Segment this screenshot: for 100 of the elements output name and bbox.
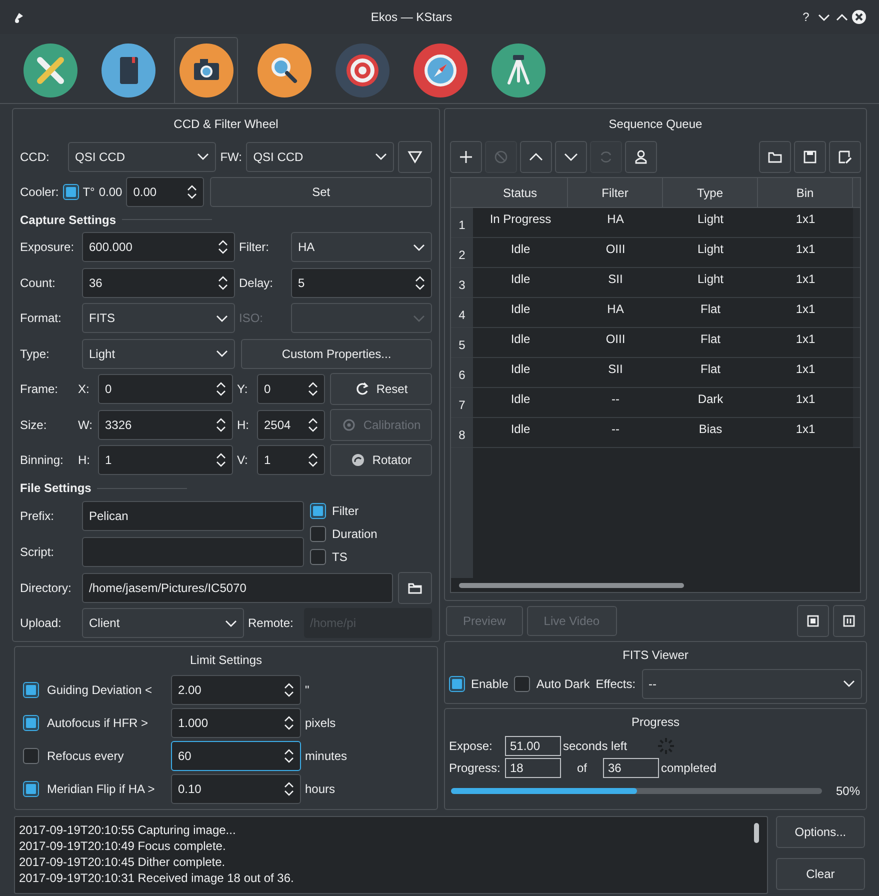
spin-box[interactable]: 2504 bbox=[257, 410, 325, 440]
field-label: Directory: bbox=[20, 580, 72, 597]
spin-arrows-icon bbox=[216, 452, 226, 468]
module-tab[interactable] bbox=[174, 37, 238, 103]
checkbox-label: Guiding Deviation < bbox=[46, 682, 154, 698]
spin-arrows-icon bbox=[187, 184, 198, 200]
checkbox[interactable] bbox=[310, 548, 326, 565]
scrollbar-thumb[interactable] bbox=[459, 582, 684, 588]
log-button[interactable]: Clear bbox=[776, 858, 865, 890]
checkbox-label: Autofocus if HFR > bbox=[46, 714, 150, 732]
table-cell: SII bbox=[568, 358, 663, 387]
scrollbar-thumb[interactable] bbox=[754, 823, 759, 843]
spin-box[interactable]: 1.000 bbox=[171, 708, 301, 738]
field-label: of bbox=[576, 760, 588, 778]
table-cell: SII bbox=[568, 268, 663, 297]
log-line: 2017-09-19T20:10:55 Capturing image... bbox=[19, 822, 237, 837]
spinner-icon bbox=[657, 737, 676, 756]
row-number: 3 bbox=[451, 268, 473, 297]
toolbar-button[interactable] bbox=[625, 141, 657, 173]
checkbox[interactable] bbox=[514, 676, 530, 692]
text-field[interactable]: Pelican bbox=[82, 500, 304, 531]
text-field[interactable] bbox=[82, 536, 304, 567]
spin-box[interactable]: 0 bbox=[257, 374, 325, 404]
checkbox[interactable] bbox=[23, 714, 39, 730]
dropdown[interactable]: -- bbox=[642, 668, 862, 698]
table-cell: Flat bbox=[663, 298, 758, 327]
checkbox[interactable] bbox=[23, 748, 39, 764]
spin-box[interactable]: 5 bbox=[291, 268, 432, 298]
checkbox-label: Duration bbox=[332, 526, 378, 543]
spin-box[interactable]: 1 bbox=[257, 445, 325, 476]
table-cell: Idle bbox=[473, 388, 568, 417]
checkbox[interactable] bbox=[23, 780, 39, 796]
checkbox[interactable] bbox=[449, 676, 465, 692]
group-title: Sequence Queue bbox=[608, 116, 704, 133]
toolbar-button[interactable] bbox=[759, 141, 791, 173]
custom-properties-button[interactable]: Custom Properties... bbox=[241, 338, 432, 369]
unit-label: completed bbox=[661, 760, 716, 778]
table-cell: Light bbox=[663, 238, 758, 267]
table-cell: -- bbox=[568, 388, 663, 417]
stop-button[interactable] bbox=[797, 604, 829, 636]
toolbar-button[interactable] bbox=[829, 141, 861, 173]
field-label: Upload: bbox=[20, 615, 62, 632]
spin-arrows-icon bbox=[284, 748, 294, 764]
set-button[interactable]: Set bbox=[210, 177, 432, 208]
dropdown[interactable]: FITS bbox=[82, 303, 235, 334]
spin-box[interactable]: 600.000 bbox=[82, 232, 235, 262]
spin-box[interactable]: 0 bbox=[98, 374, 233, 404]
spin-arrows-icon bbox=[308, 381, 318, 398]
chevron-down-icon bbox=[225, 620, 237, 627]
group-title: CCD & Filter Wheel bbox=[172, 116, 280, 133]
dropdown[interactable]: QSI CCD bbox=[246, 142, 394, 172]
spin-box[interactable]: 2.00 bbox=[171, 674, 301, 704]
pause-button[interactable] bbox=[833, 604, 865, 636]
window-title: Ekos — KStars bbox=[370, 9, 454, 26]
field-label: W: bbox=[78, 416, 94, 434]
chevron-down-icon bbox=[413, 314, 425, 322]
spin-box[interactable]: 0.10 bbox=[171, 774, 301, 804]
dropdown[interactable]: Client bbox=[82, 608, 244, 638]
dropdown[interactable]: Light bbox=[82, 338, 235, 369]
table-cell: 1x1 bbox=[758, 298, 853, 327]
temperature-reading: 0.00 bbox=[98, 184, 122, 202]
log-button[interactable]: Options... bbox=[776, 816, 865, 848]
value-box: 36 bbox=[603, 758, 659, 778]
field-label: Script: bbox=[20, 544, 56, 561]
folder-button[interactable] bbox=[398, 572, 432, 604]
toolbar-button[interactable] bbox=[794, 141, 826, 173]
checkbox[interactable] bbox=[23, 682, 39, 698]
table-cell: 1x1 bbox=[758, 238, 853, 267]
table-cell: Idle bbox=[473, 358, 568, 387]
help-button[interactable]: ? bbox=[797, 8, 815, 26]
toolbar-button[interactable] bbox=[450, 141, 482, 173]
dropdown[interactable]: HA bbox=[291, 232, 432, 262]
floppy-pen-icon bbox=[837, 149, 853, 165]
table-cell: 1x1 bbox=[758, 388, 853, 417]
section-heading: Capture Settings bbox=[20, 212, 116, 229]
table-cell: -- bbox=[568, 418, 663, 447]
field-label: Binning: bbox=[20, 452, 64, 470]
rotator-icon bbox=[350, 452, 366, 468]
dropdown[interactable]: QSI CCD bbox=[68, 142, 216, 172]
spin-arrows-icon bbox=[284, 780, 294, 796]
text-field[interactable]: /home/jasem/Pictures/IC5070 bbox=[82, 572, 393, 603]
spin-box[interactable]: 0.00 bbox=[126, 177, 204, 208]
group-title: FITS Viewer bbox=[622, 646, 690, 664]
table-cell: Light bbox=[663, 208, 758, 237]
checkbox[interactable] bbox=[62, 184, 79, 200]
chevron-down-icon bbox=[197, 153, 210, 160]
spin-box[interactable]: 1 bbox=[98, 445, 233, 476]
checkbox[interactable] bbox=[310, 502, 326, 519]
table-cell: Bias bbox=[663, 418, 758, 447]
checkbox[interactable] bbox=[310, 526, 326, 542]
toolbar-button[interactable]: Rotator bbox=[330, 444, 432, 476]
table-cell: OIII bbox=[568, 238, 663, 267]
spin-box[interactable]: 36 bbox=[82, 268, 235, 298]
spin-box[interactable]: 3326 bbox=[98, 410, 233, 440]
table-cell: HA bbox=[568, 298, 663, 327]
spin-box[interactable]: 60 bbox=[171, 740, 301, 770]
filter-button[interactable] bbox=[398, 140, 432, 173]
spin-arrows-icon bbox=[284, 714, 294, 730]
toolbar-button[interactable]: Reset bbox=[330, 373, 432, 406]
checkbox-label: Enable bbox=[471, 676, 508, 692]
